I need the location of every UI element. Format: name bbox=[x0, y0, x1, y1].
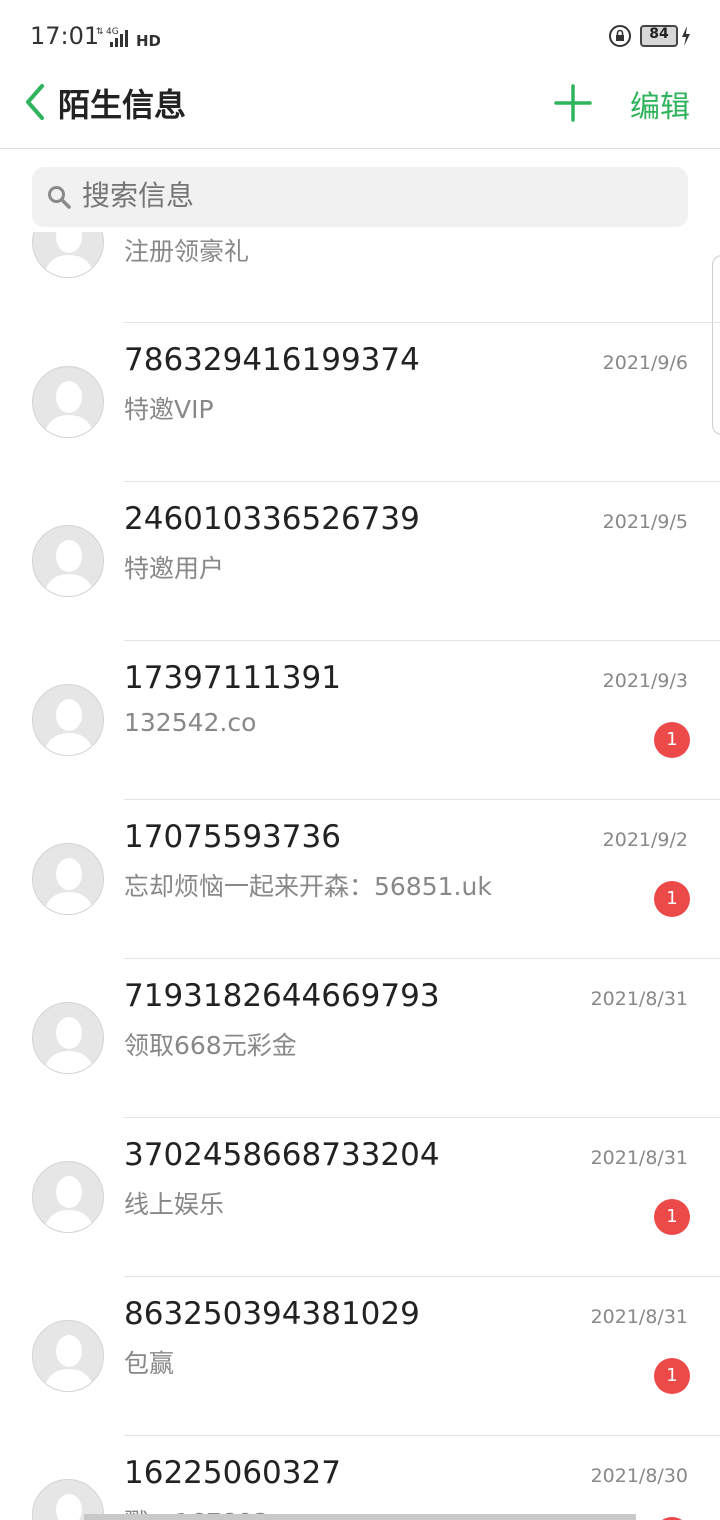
avatar bbox=[32, 366, 104, 438]
status-time: 17:01 bbox=[30, 22, 100, 50]
message-date: 2021/9/5 bbox=[602, 511, 688, 533]
divider bbox=[124, 1117, 720, 1118]
search-bar[interactable] bbox=[32, 167, 688, 227]
divider bbox=[124, 958, 720, 959]
list-item[interactable]: 246010336526739 2021/9/5 特邀用户 bbox=[0, 481, 720, 640]
sender-number: 17397111391 bbox=[124, 660, 341, 696]
message-date: 2021/8/31 bbox=[590, 988, 688, 1010]
message-preview: 特邀VIP bbox=[124, 395, 214, 424]
avatar bbox=[32, 232, 104, 278]
divider bbox=[124, 1276, 720, 1277]
app-bar: 陌生信息 编辑 bbox=[0, 72, 720, 149]
list-item[interactable]: 16225060327 2021/8/30 戳：167892.co 1 bbox=[0, 1435, 720, 1520]
divider bbox=[124, 640, 720, 641]
message-preview: 领取668元彩金 bbox=[124, 1031, 297, 1060]
avatar bbox=[32, 525, 104, 597]
avatar bbox=[32, 1161, 104, 1233]
list-item[interactable]: 7193182644669793 2021/8/31 领取668元彩金 bbox=[0, 958, 720, 1117]
message-preview: 包赢 bbox=[124, 1349, 175, 1378]
avatar bbox=[32, 1320, 104, 1392]
message-preview: 忘却烦恼一起来开森：56851.uk bbox=[124, 872, 492, 901]
sender-number: 246010336526739 bbox=[124, 501, 420, 537]
signal-icon: ⇅ 4G HD bbox=[96, 27, 160, 50]
sender-number: 3702458668733204 bbox=[124, 1137, 440, 1173]
message-preview: 注册领豪礼 bbox=[124, 237, 250, 266]
divider bbox=[124, 322, 720, 323]
message-date: 2021/9/3 bbox=[602, 670, 688, 692]
avatar bbox=[32, 1002, 104, 1074]
message-date: 2021/9/2 bbox=[602, 829, 688, 851]
list-item[interactable]: 3702458668733204 2021/8/31 线上娱乐 1 bbox=[0, 1117, 720, 1276]
back-button[interactable] bbox=[20, 82, 50, 122]
search-icon bbox=[48, 186, 71, 209]
message-date: 2021/8/30 bbox=[590, 1465, 688, 1487]
rotation-lock-icon bbox=[609, 25, 631, 47]
sender-number: 863250394381029 bbox=[124, 1296, 420, 1332]
list-item[interactable]: 注册领豪礼 bbox=[0, 232, 720, 322]
bottom-toolbar-edge bbox=[84, 1514, 636, 1520]
page-title: 陌生信息 bbox=[58, 86, 187, 124]
network-type: 4G bbox=[106, 27, 119, 37]
list-item[interactable]: 17397111391 2021/9/3 132542.co 1 bbox=[0, 640, 720, 799]
sender-number: 786329416199374 bbox=[124, 342, 420, 378]
unread-badge: 1 bbox=[654, 722, 690, 758]
unread-badge: 1 bbox=[654, 1358, 690, 1394]
list-item[interactable]: 786329416199374 2021/9/6 特邀VIP bbox=[0, 322, 720, 481]
sender-number: 17075593736 bbox=[124, 819, 341, 855]
add-button[interactable] bbox=[552, 82, 594, 124]
avatar bbox=[32, 843, 104, 915]
message-list: 注册领豪礼 786329416199374 2021/9/6 特邀VIP 246… bbox=[0, 232, 720, 1520]
list-item[interactable]: 17075593736 2021/9/2 忘却烦恼一起来开森：56851.uk … bbox=[0, 799, 720, 958]
unread-badge: 1 bbox=[654, 1199, 690, 1235]
message-preview: 132542.co bbox=[124, 708, 257, 737]
divider bbox=[124, 799, 720, 800]
list-item[interactable]: 863250394381029 2021/8/31 包赢 1 bbox=[0, 1276, 720, 1435]
message-date: 2021/8/31 bbox=[590, 1147, 688, 1169]
battery-icon: 84 bbox=[640, 25, 678, 47]
sender-number: 16225060327 bbox=[124, 1455, 341, 1491]
message-date: 2021/8/31 bbox=[590, 1306, 688, 1328]
hd-label: HD bbox=[136, 32, 160, 50]
battery-level: 84 bbox=[649, 26, 669, 42]
search-input[interactable] bbox=[82, 179, 662, 212]
message-preview: 特邀用户 bbox=[124, 554, 225, 583]
svg-text:⇅: ⇅ bbox=[96, 27, 104, 37]
sender-number: 7193182644669793 bbox=[124, 978, 440, 1014]
charging-icon bbox=[682, 26, 690, 46]
divider bbox=[124, 1435, 720, 1436]
message-preview: 线上娱乐 bbox=[124, 1190, 225, 1219]
divider bbox=[124, 481, 720, 482]
status-bar: 17:01 ⇅ 4G HD 84 bbox=[0, 0, 720, 72]
edit-button[interactable]: 编辑 bbox=[630, 82, 690, 126]
unread-badge: 1 bbox=[654, 881, 690, 917]
message-date: 2021/9/6 bbox=[602, 352, 688, 374]
avatar bbox=[32, 684, 104, 756]
